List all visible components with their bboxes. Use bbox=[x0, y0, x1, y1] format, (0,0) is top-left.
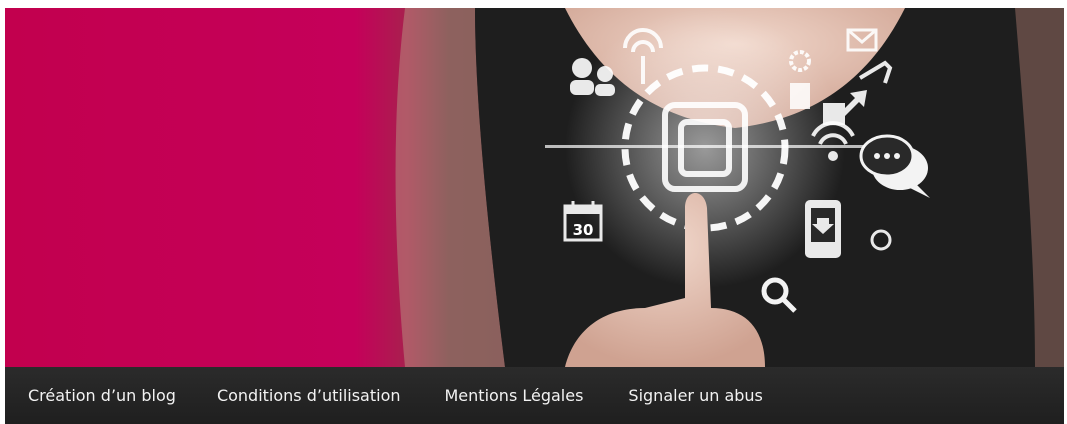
hero-illustration: 30 bbox=[5, 8, 1064, 367]
book-icon bbox=[790, 83, 810, 109]
nav-link-creation-blog[interactable]: Création d’un blog bbox=[28, 386, 176, 405]
nav-link-signaler-abus[interactable]: Signaler un abus bbox=[628, 386, 762, 405]
phone-download-icon bbox=[805, 200, 841, 258]
footer-nav: Création d’un blog Conditions d’utilisat… bbox=[5, 367, 1064, 424]
hero-banner: 30 bbox=[5, 8, 1064, 367]
page: 30 Création d’un blog Conditions d’utili… bbox=[0, 0, 1067, 424]
nav-link-mentions-legales[interactable]: Mentions Légales bbox=[445, 386, 584, 405]
nav-link-conditions-utilisation[interactable]: Conditions d’utilisation bbox=[217, 386, 401, 405]
calendar-day-text: 30 bbox=[573, 221, 594, 239]
